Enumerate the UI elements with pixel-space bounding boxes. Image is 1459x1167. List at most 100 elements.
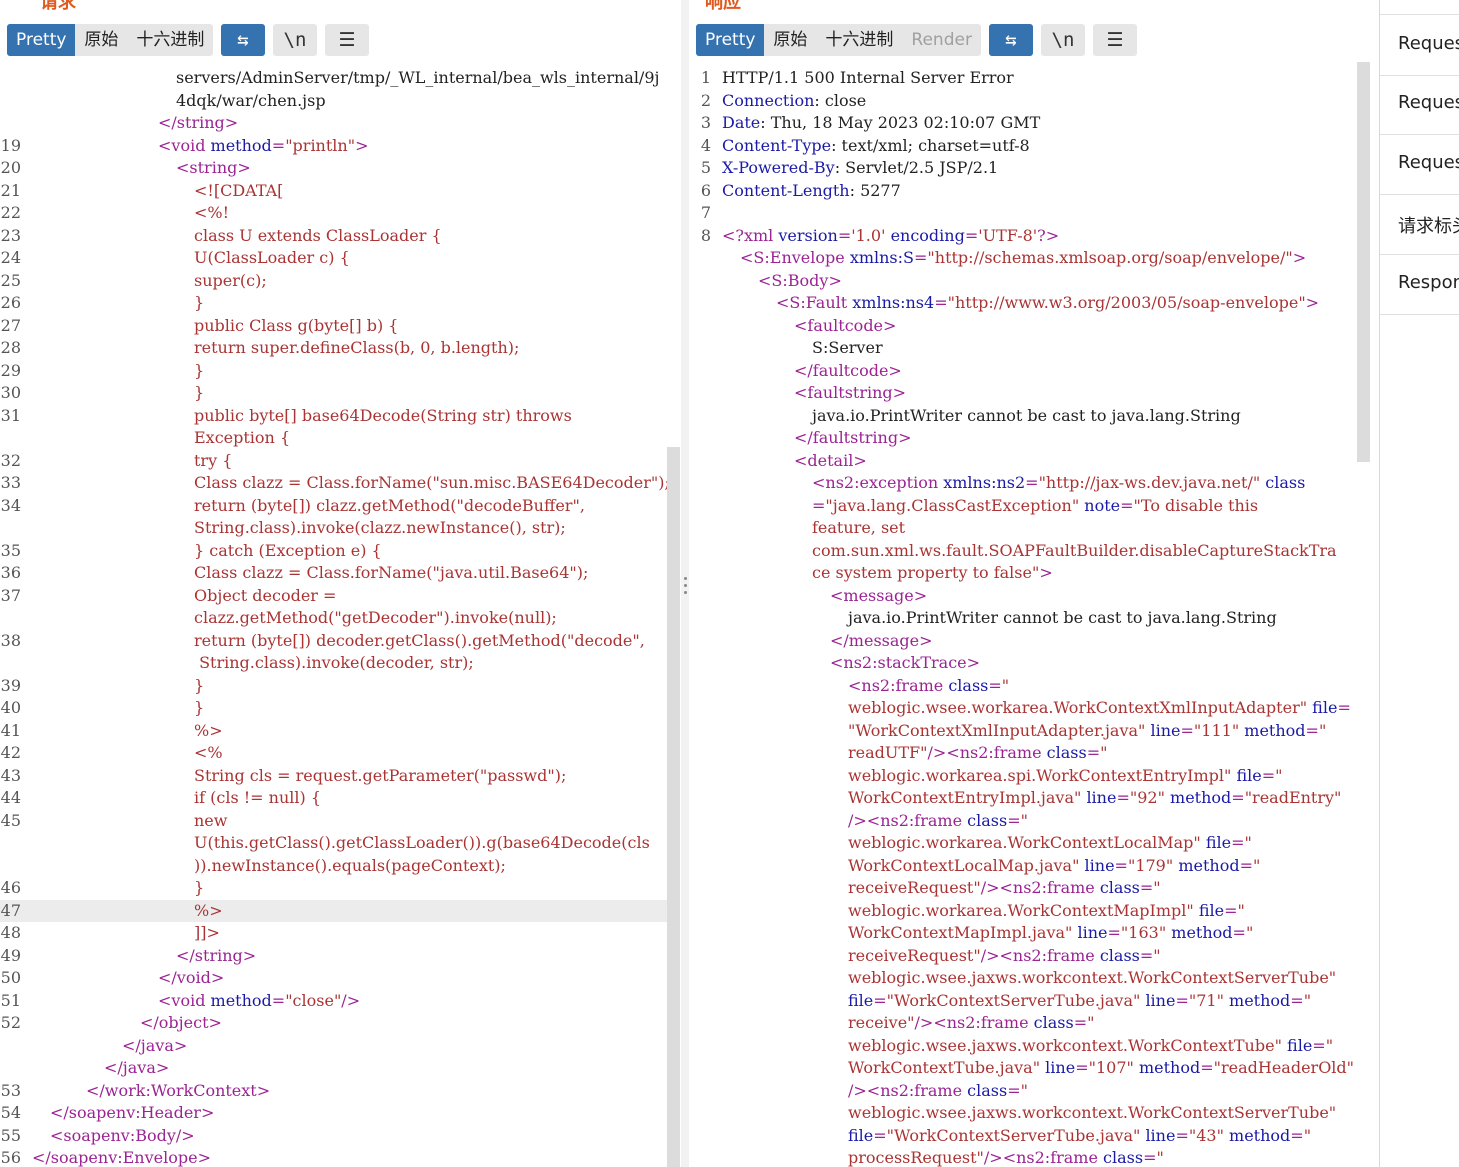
token: ": [1153, 878, 1161, 897]
token: xmlns:S: [849, 248, 914, 267]
divider-grip-icon[interactable]: [684, 577, 688, 598]
token: "163": [1120, 923, 1167, 942]
token: >: [155, 1058, 170, 1077]
token: >: [237, 158, 251, 177]
token: Date: [722, 113, 761, 132]
line-text: <void method="close"/>: [158, 990, 360, 1013]
token: work:WorkContext: [104, 1080, 257, 1100]
wrap-lines-icon[interactable]: ⇆: [989, 24, 1033, 56]
response-code-line: WorkContextMapImpl.java" line="163" meth…: [689, 922, 1357, 945]
wrap-lines-icon[interactable]: ⇆: [221, 24, 265, 56]
token: WorkContextLocalMap.java": [848, 855, 1080, 875]
request-code-line: 29}: [0, 360, 668, 383]
line-number: 23: [0, 225, 21, 245]
inspector-item[interactable]: Respon: [1380, 254, 1459, 315]
request-code-line: 33 Class clazz = Class.forName("sun.misc.…: [0, 472, 670, 495]
newline-icon-glyph: \n: [1051, 29, 1075, 51]
response-code-line: <detail>: [689, 450, 1357, 473]
menu-icon[interactable]: ☰: [1093, 24, 1137, 56]
request-code-line: 43 String cls = request.getParameter("pas…: [0, 765, 668, 788]
request-code-line: 39}: [0, 675, 668, 698]
request-code-line: </java>: [0, 1057, 668, 1080]
line-number: 31: [0, 405, 21, 425]
line-text: weblogic.wsee.jaxws.workcontext.WorkCont…: [848, 1102, 1336, 1125]
token: >: [883, 315, 897, 335]
token: </: [158, 968, 177, 987]
response-code-line: weblogic.wsee.jaxws.workcontext.WorkCont…: [689, 967, 1357, 990]
token: =: [873, 990, 887, 1010]
line-text: readUTF"/><ns2:frame class=": [848, 742, 1107, 765]
token: /><: [980, 945, 1013, 965]
token: string: [189, 158, 238, 177]
response-editor[interactable]: 1 HTTP/1.1 500 Internal Server Error 2 Conn…: [689, 67, 1357, 1167]
response-code-line: 3 Date: Thu, 18 May 2023 02:10:07 GMT: [689, 112, 1357, 135]
line-text: Exception {: [194, 427, 290, 450]
request-code-line: 55 <soapenv:Body/>: [0, 1125, 668, 1148]
token: >: [200, 1103, 215, 1122]
newline-icon[interactable]: \n: [273, 24, 317, 56]
tab-1[interactable]: 原始: [764, 24, 816, 56]
request-code-line: 51 <void method="close"/>: [0, 990, 668, 1013]
token: weblogic.workarea.WorkContextMapImpl": [848, 900, 1194, 920]
response-code-line: WorkContextTube.java" line="107" method=…: [689, 1057, 1357, 1080]
token: processRequest": [848, 1148, 984, 1167]
request-code-line: 44 if (cls != null) {: [0, 787, 668, 810]
line-text: servers/AdminServer/tmp/_WL_internal/bea…: [176, 67, 659, 90]
tab-0[interactable]: Pretty: [696, 24, 765, 56]
newline-icon[interactable]: \n: [1041, 24, 1085, 56]
token: =: [1143, 1148, 1157, 1167]
line-number: 51: [0, 990, 21, 1010]
token: <: [848, 675, 862, 695]
response-scrollbar[interactable]: [1357, 62, 1370, 462]
tab-1[interactable]: 原始: [75, 24, 127, 56]
line-text: Date: Thu, 18 May 2023 02:10:07 GMT: [722, 112, 1040, 135]
token: }: [194, 360, 205, 380]
token: ": [1237, 900, 1245, 920]
token: java.io.PrintWriter cannot be cast to ja…: [812, 405, 1241, 425]
token: "To disable this: [1133, 495, 1259, 515]
line-text: Object decoder =: [194, 585, 336, 608]
inspector-item[interactable]: Reques: [1380, 134, 1459, 195]
inspector-item-label: Respon: [1398, 272, 1459, 293]
request-editor[interactable]: servers/AdminServer/tmp/_WL_internal/bea…: [0, 67, 670, 1167]
token: >: [853, 450, 867, 470]
line-number: 2: [700, 90, 711, 110]
token: </: [50, 1103, 69, 1122]
token: Connection: [722, 90, 815, 110]
token: ": [1245, 923, 1254, 942]
menu-icon-glyph: ☰: [1106, 29, 1124, 51]
line-text: }: [194, 697, 204, 720]
token: %>: [194, 900, 223, 920]
token: ns2:exception: [825, 473, 939, 492]
token: >: [242, 945, 257, 965]
pane-divider[interactable]: [681, 0, 689, 1167]
line-number: 38: [0, 630, 21, 650]
token: ": [1020, 1080, 1028, 1100]
tab-3[interactable]: Render: [902, 24, 981, 56]
token: /><: [927, 743, 960, 762]
response-code-line: S:Server: [689, 337, 1357, 360]
inspector-item[interactable]: Reques: [1380, 74, 1459, 135]
token: =: [1007, 810, 1021, 830]
tab-0[interactable]: Pretty: [7, 24, 76, 56]
inspector-item[interactable]: Reques: [1380, 14, 1459, 76]
line-number: 53: [0, 1080, 21, 1100]
line-text: <ns2:exception xmlns:ns2="http://jax-ws.…: [812, 472, 1305, 495]
menu-icon[interactable]: ☰: [325, 24, 369, 56]
line-text: <string>: [176, 157, 251, 180]
line-number: 35: [0, 540, 21, 560]
token: =: [1224, 900, 1238, 920]
token: "println": [285, 135, 356, 155]
token: ": [1156, 1148, 1164, 1167]
request-scrollbar[interactable]: [667, 447, 680, 1167]
tab-2[interactable]: 十六进制: [816, 24, 902, 56]
tab-2[interactable]: 十六进制: [127, 24, 213, 56]
inspector-item[interactable]: 请求标头: [1380, 194, 1459, 255]
token: clazz.getMethod("getDecoder").invoke(nul…: [194, 608, 557, 627]
line-text: return super.defineClass(b, 0, b.length)…: [194, 337, 519, 360]
token: >: [197, 1148, 211, 1167]
line-text: return (byte[]) decoder.getClass().getMe…: [194, 630, 645, 653]
token: <: [740, 248, 754, 267]
request-view-tabs: Pretty 原始 十六进制: [7, 24, 214, 56]
line-number: 34: [0, 495, 21, 515]
